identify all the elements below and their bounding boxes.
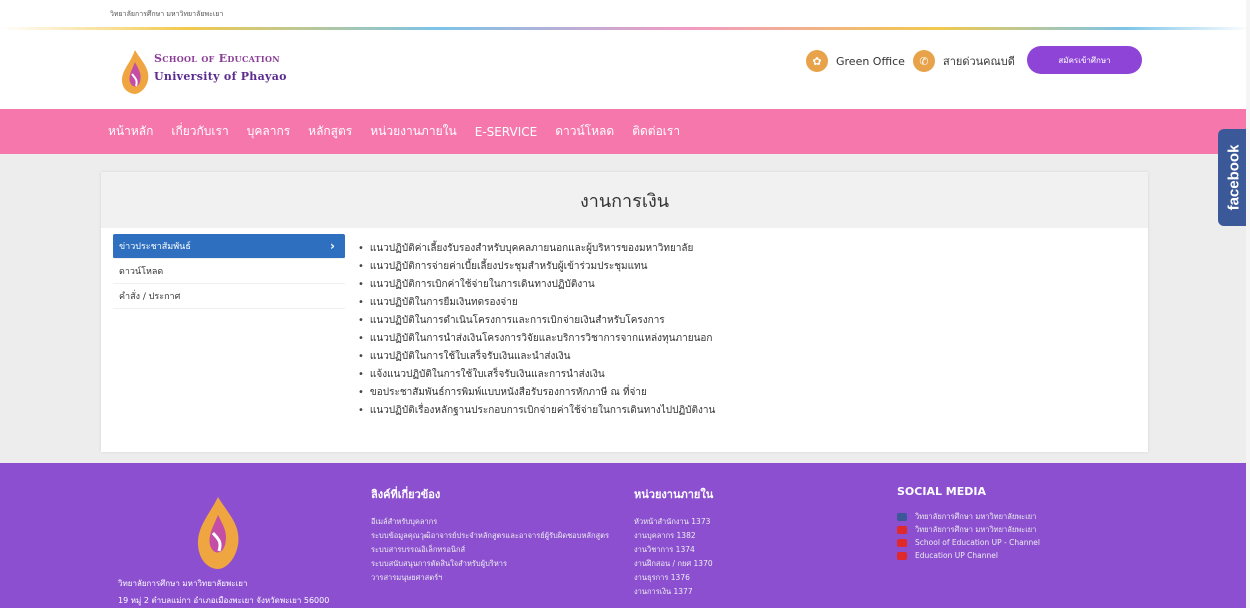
social-media: SOCIAL MEDIA วิทยาลัยการศึกษา มหาวิทยาลั…	[897, 485, 1040, 562]
brand-university[interactable]: University of Phayao	[154, 70, 287, 83]
page-title: งานการเงิน	[579, 190, 670, 212]
youtube-icon	[897, 551, 907, 560]
brand-name[interactable]: School of Education	[154, 52, 280, 65]
document-link[interactable]: แจ้งแนวปฏิบัติในการใช้ใบเสร็จรับเงินและก…	[358, 366, 715, 384]
hotline-link[interactable]: ✆ สายด่วนคณบดี	[913, 50, 1015, 72]
internal-units: หน่วยงานภายใน หัวหน้าสำนักงาน 1373 งานบุ…	[634, 485, 713, 599]
social-link-label: School of Education UP - Channel	[915, 538, 1040, 547]
related-link[interactable]: ระบบสารบรรณอิเล็กทรอนิกส์	[371, 543, 621, 557]
internal-units-title: หน่วยงานภายใน	[634, 488, 714, 501]
social-link-youtube[interactable]: School of Education UP - Channel	[897, 536, 1040, 549]
school-logo-icon[interactable]	[118, 48, 152, 96]
facebook-tab-label: facebook	[1225, 144, 1243, 211]
document-list: แนวปฏิบัติค่าเลี้ยงรับรองสำหรับบุคคลภายน…	[358, 240, 715, 420]
green-office-label: Green Office	[836, 54, 905, 68]
apply-button[interactable]: สมัครเข้าศึกษา	[1027, 46, 1142, 74]
internal-unit: งานวิชาการ 1374	[634, 545, 695, 554]
youtube-icon	[897, 525, 907, 534]
sidebar-item-label: คำสั่ง / ประกาศ	[119, 292, 181, 302]
internal-unit: งานบุคลากร 1382	[634, 531, 696, 540]
document-link[interactable]: แนวปฏิบัติในการนำส่งเงินโครงการวิจัยและบ…	[358, 330, 715, 348]
social-link-facebook[interactable]: วิทยาลัยการศึกษา มหาวิทยาลัยพะเยา	[897, 510, 1040, 523]
document-link[interactable]: แนวปฏิบัติในการใช้ใบเสร็จรับเงินและนำส่ง…	[358, 348, 715, 366]
green-office-link[interactable]: ✿ Green Office	[806, 50, 905, 72]
phone-icon: ✆	[913, 50, 935, 72]
nav-departments[interactable]: หน่วยงานภายใน	[370, 122, 456, 141]
hotline-label: สายด่วนคณบดี	[943, 55, 1015, 68]
nav-about[interactable]: เกี่ยวกับเรา	[171, 122, 228, 141]
footer-address: 19 หมู่ 2 ตำบลแม่กา อำเภอเมืองพะเยา จังห…	[118, 596, 330, 605]
social-link-youtube[interactable]: วิทยาลัยการศึกษา มหาวิทยาลัยพะเยา	[897, 523, 1040, 536]
site-header: School of Education University of Phayao…	[0, 30, 1250, 109]
social-link-label: วิทยาลัยการศึกษา มหาวิทยาลัยพะเยา	[915, 512, 1037, 521]
leaf-icon: ✿	[806, 50, 828, 72]
footer-logo-icon	[197, 497, 239, 569]
nav-eservice[interactable]: E-SERVICE	[475, 125, 538, 139]
sidebar-item-news[interactable]: ข่าวประชาสัมพันธ์ ›	[113, 234, 345, 259]
chevron-right-icon: ›	[330, 239, 335, 253]
content-card: งานการเงิน ข่าวประชาสัมพันธ์ › ดาวน์โหลด…	[101, 172, 1148, 452]
social-link-youtube[interactable]: Education UP Channel	[897, 549, 1040, 562]
social-link-label: Education UP Channel	[915, 551, 998, 560]
related-links: ลิงค์ที่เกี่ยวข้อง อีเมล์สำหรับบุคลากร ร…	[371, 485, 621, 585]
sidebar-item-orders[interactable]: คำสั่ง / ประกาศ	[113, 284, 345, 309]
internal-unit: งานธุรการ 1376	[634, 573, 690, 582]
nav-contact[interactable]: ติดต่อเรา	[632, 122, 680, 141]
related-links-title: ลิงค์ที่เกี่ยวข้อง	[371, 488, 441, 501]
document-link[interactable]: แนวปฏิบัติในการยืมเงินทดรองจ่าย	[358, 294, 715, 312]
document-link[interactable]: แนวปฏิบัติการจ่ายค่าเบี้ยเลี้ยงประชุมสำห…	[358, 258, 715, 276]
nav-download[interactable]: ดาวน์โหลด	[555, 122, 614, 141]
sidebar-item-download[interactable]: ดาวน์โหลด	[113, 259, 345, 284]
related-link[interactable]: ระบบสนับสนุนการตัดสินใจสำหรับผู้บริหาร	[371, 557, 621, 571]
sidebar-item-label: ข่าวประชาสัมพันธ์	[119, 242, 191, 252]
related-link[interactable]: ระบบข้อมูลคุณวุฒิอาจารย์ประจำหลักสูตรและ…	[371, 529, 621, 543]
nav-staff[interactable]: บุคลากร	[247, 122, 290, 141]
document-link[interactable]: แนวปฏิบัติการเบิกค่าใช้จ่ายในการเดินทางป…	[358, 276, 715, 294]
footer-org-name: วิทยาลัยการศึกษา มหาวิทยาลัยพะเยา	[118, 579, 248, 588]
internal-unit: งานฝึกสอน / กยศ 1370	[634, 559, 713, 568]
document-link[interactable]: แนวปฏิบัติเรื่องหลักฐานประกอบการเบิกจ่าย…	[358, 402, 715, 420]
internal-unit: หัวหน้าสำนักงาน 1373	[634, 517, 711, 526]
nav-home[interactable]: หน้าหลัก	[108, 122, 153, 141]
internal-unit: งานการเงิน 1377	[634, 587, 693, 596]
page-title-bar: งานการเงิน	[101, 172, 1148, 228]
social-media-title: SOCIAL MEDIA	[897, 485, 986, 498]
site-footer: วิทยาลัยการศึกษา มหาวิทยาลัยพะเยา 19 หมู…	[0, 463, 1250, 608]
main-nav: หน้าหลัก เกี่ยวกับเรา บุคลากร หลักสูตร ห…	[0, 109, 1250, 154]
nav-curriculum[interactable]: หลักสูตร	[308, 122, 352, 141]
social-link-label: วิทยาลัยการศึกษา มหาวิทยาลัยพะเยา	[915, 525, 1037, 534]
related-link[interactable]: อีเมล์สำหรับบุคลากร	[371, 515, 621, 529]
related-link[interactable]: วารสารมนุษยศาสตร์ฯ	[371, 571, 621, 585]
document-link[interactable]: แนวปฏิบัติในการดำเนินโครงการและการเบิกจ่…	[358, 312, 715, 330]
sidebar: ข่าวประชาสัมพันธ์ › ดาวน์โหลด คำสั่ง / ป…	[113, 234, 345, 309]
sidebar-item-label: ดาวน์โหลด	[119, 267, 164, 277]
document-link[interactable]: ขอประชาสัมพันธ์การพิมพ์แบบหนังสือรับรองก…	[358, 384, 715, 402]
org-name: วิทยาลัยการศึกษา มหาวิทยาลัยพะเยา	[110, 10, 224, 18]
top-strip: วิทยาลัยการศึกษา มหาวิทยาลัยพะเยา	[0, 0, 1250, 27]
document-link[interactable]: แนวปฏิบัติค่าเลี้ยงรับรองสำหรับบุคคลภายน…	[358, 240, 715, 258]
youtube-icon	[897, 538, 907, 547]
scrollbar[interactable]	[1246, 0, 1250, 608]
facebook-icon	[897, 512, 907, 521]
